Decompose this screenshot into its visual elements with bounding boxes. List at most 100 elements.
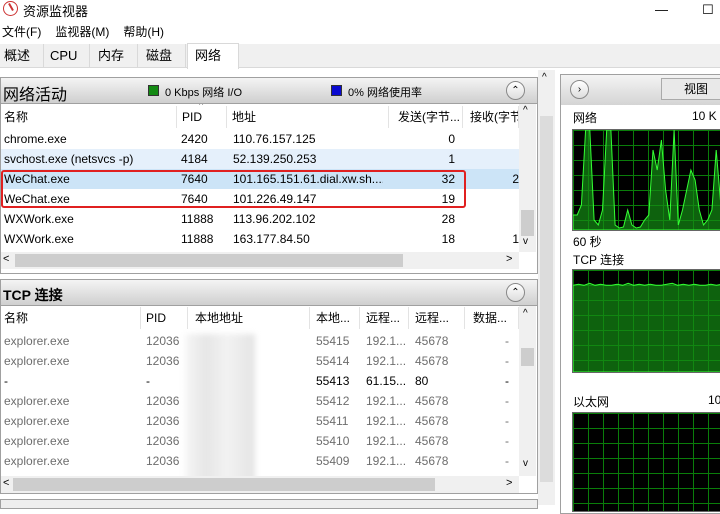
- expand-panel-button[interactable]: ›: [570, 80, 589, 99]
- cell-name: WXWork.exe: [4, 212, 74, 226]
- table-row[interactable]: explorer.exe 12036 55410 192.1... 45678 -: [1, 431, 519, 451]
- cell-lport: 55414: [316, 354, 350, 368]
- scroll-right-icon[interactable]: >: [506, 477, 512, 489]
- cell-name: explorer.exe: [4, 454, 70, 468]
- horizontal-scrollbar[interactable]: < >: [1, 252, 519, 269]
- network-graph-label: 网络: [573, 111, 598, 125]
- title-bar: 资源监视器 — ☐: [0, 0, 720, 20]
- cell-recv: [463, 189, 519, 209]
- highlight-box: [1, 170, 466, 208]
- scroll-right-icon[interactable]: >: [506, 253, 512, 265]
- table-row[interactable]: explorer.exe 12036 55412 192.1... 45678 -: [1, 391, 519, 411]
- view-label: 视图: [683, 82, 708, 96]
- sort-indicator-icon: ^: [199, 104, 204, 110]
- cell-pid: 12036: [146, 414, 180, 428]
- scroll-down-icon[interactable]: v: [523, 236, 528, 247]
- tab-overview[interactable]: 概述: [0, 44, 44, 68]
- ethernet-graph: [572, 412, 720, 512]
- scroll-thumb[interactable]: [521, 348, 534, 366]
- tab-cpu[interactable]: CPU: [44, 44, 90, 68]
- cell-lport: 55410: [316, 434, 350, 448]
- network-graph-area: [573, 130, 720, 230]
- network-activity-header[interactable]: 网络活动 0 Kbps 网络 I/O 0% 网络使用率 ⌃: [0, 77, 538, 104]
- table-row[interactable]: - - 55413 61.15... 80 -: [1, 371, 519, 391]
- tab-bar: 概述 CPU 内存 磁盘 网络: [0, 43, 720, 69]
- cell-send: 1: [448, 152, 455, 166]
- cell-raddr: 192.1...: [366, 434, 407, 448]
- table-row[interactable]: WXWork.exe 11888 163.177.84.50 18 1: [1, 229, 519, 249]
- scroll-thumb[interactable]: [521, 210, 534, 236]
- scroll-left-icon[interactable]: <: [3, 477, 9, 489]
- column-local-port[interactable]: 本地...: [310, 307, 360, 329]
- cell-lport: 55411: [316, 414, 349, 428]
- cell-name: explorer.exe: [4, 334, 70, 348]
- scroll-thumb[interactable]: [13, 478, 435, 491]
- scroll-thumb[interactable]: [15, 254, 403, 267]
- cell-recv: 2: [512, 172, 519, 186]
- network-usage-label: 0% 网络使用率: [348, 87, 422, 99]
- scroll-up-icon[interactable]: ^: [523, 105, 528, 116]
- cell-raddr: 192.1...: [366, 354, 407, 368]
- cell-loss: -: [505, 354, 509, 368]
- column-packet-loss[interactable]: 数据...: [465, 307, 519, 329]
- collapse-button[interactable]: ⌃: [506, 81, 525, 100]
- cell-name: explorer.exe: [4, 394, 70, 408]
- tcp-graph-label: TCP 连接: [573, 253, 625, 267]
- table-row[interactable]: explorer.exe 12036 55414 192.1... 45678 -: [1, 351, 519, 371]
- main-vertical-scrollbar[interactable]: ^: [538, 70, 555, 505]
- cell-loss: -: [505, 394, 509, 408]
- vertical-scrollbar[interactable]: ^ v: [519, 306, 536, 476]
- column-name[interactable]: 名称: [1, 106, 177, 128]
- minimize-button[interactable]: —: [655, 2, 668, 17]
- graph-panel-toolbar: › 视图: [561, 75, 720, 105]
- cell-pid: 11888: [181, 212, 214, 226]
- table-row[interactable]: explorer.exe 12036 55415 192.1... 45678 -: [1, 331, 519, 351]
- column-name[interactable]: 名称: [1, 307, 141, 329]
- column-receive[interactable]: 接收(字节: [463, 106, 519, 128]
- table-row[interactable]: explorer.exe 12036 55411 192.1... 45678 -: [1, 411, 519, 431]
- column-remote-port[interactable]: 远程...: [409, 307, 465, 329]
- horizontal-scrollbar[interactable]: < >: [1, 476, 519, 493]
- view-button[interactable]: 视图: [661, 78, 720, 100]
- menu-file[interactable]: 文件(F): [0, 22, 49, 42]
- network-io-label: 0 Kbps 网络 I/O: [165, 87, 243, 99]
- cell-addr: 110.76.157.125: [233, 132, 316, 146]
- scroll-thumb[interactable]: [540, 116, 553, 482]
- scroll-down-icon[interactable]: v: [523, 458, 528, 469]
- next-section-header[interactable]: [0, 499, 538, 509]
- column-pid[interactable]: PID: [141, 307, 188, 329]
- maximize-button[interactable]: ☐: [702, 2, 714, 18]
- column-send[interactable]: 发送(字节...: [389, 106, 463, 128]
- cell-lport: 55409: [316, 454, 350, 468]
- cell-loss: -: [505, 434, 509, 448]
- table-row[interactable]: svchost.exe (netsvcs -p) 4184 52.139.250.2…: [1, 149, 519, 169]
- menu-help[interactable]: 帮助(H): [117, 22, 172, 42]
- cell-name: svchost.exe (netsvcs -p): [4, 152, 134, 166]
- tab-memory[interactable]: 内存: [90, 44, 138, 68]
- table-row[interactable]: explorer.exe12036155409192.1...45678-: [1, 451, 519, 471]
- scroll-up-icon[interactable]: ^: [523, 308, 528, 319]
- cell-pid: 12036: [146, 334, 180, 348]
- table-row[interactable]: WXWork.exe 11888 113.96.202.102 28: [1, 209, 519, 229]
- column-remote-address[interactable]: 远程...: [360, 307, 409, 329]
- column-local-address[interactable]: 本地地址: [188, 307, 310, 329]
- tab-network[interactable]: 网络: [187, 43, 239, 69]
- column-address[interactable]: 地址: [227, 106, 389, 128]
- cell-pid: 2420: [181, 132, 208, 146]
- cell-name: chrome.exe: [4, 132, 67, 146]
- tab-disk[interactable]: 磁盘: [138, 44, 186, 68]
- vertical-scrollbar[interactable]: ^ v: [519, 104, 536, 252]
- collapse-button[interactable]: ⌃: [506, 283, 525, 302]
- cell-rport: 45678: [415, 454, 449, 468]
- cell-send: 18: [441, 232, 455, 246]
- cell-raddr: 192.1...: [366, 454, 407, 468]
- scroll-left-icon[interactable]: <: [3, 253, 9, 265]
- resource-monitor-icon: [3, 1, 18, 16]
- cell-raddr: 192.1...: [366, 414, 407, 428]
- cell-loss: -: [505, 454, 509, 468]
- table-row[interactable]: chrome.exe 2420 110.76.157.125 0: [1, 129, 519, 149]
- tcp-connections-header[interactable]: TCP 连接 ⌃: [0, 279, 538, 306]
- menu-monitor[interactable]: 监视器(M): [49, 22, 117, 42]
- tcp-title: TCP 连接: [3, 287, 63, 303]
- scroll-up-icon[interactable]: ^: [542, 72, 547, 83]
